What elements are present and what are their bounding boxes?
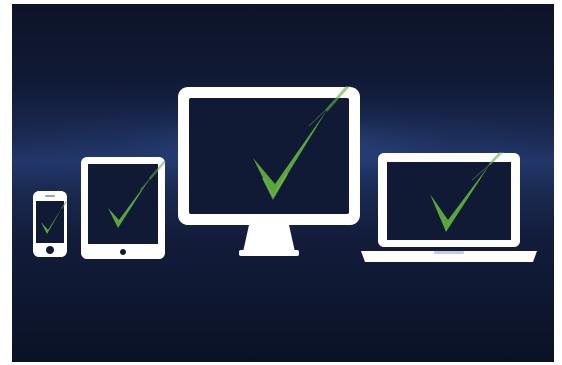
laptop-icon [360, 152, 540, 264]
responsive-devices-illustration [12, 4, 554, 362]
tablet-icon [80, 156, 166, 260]
smartphone-icon [32, 190, 68, 258]
monitor-icon [177, 86, 361, 262]
